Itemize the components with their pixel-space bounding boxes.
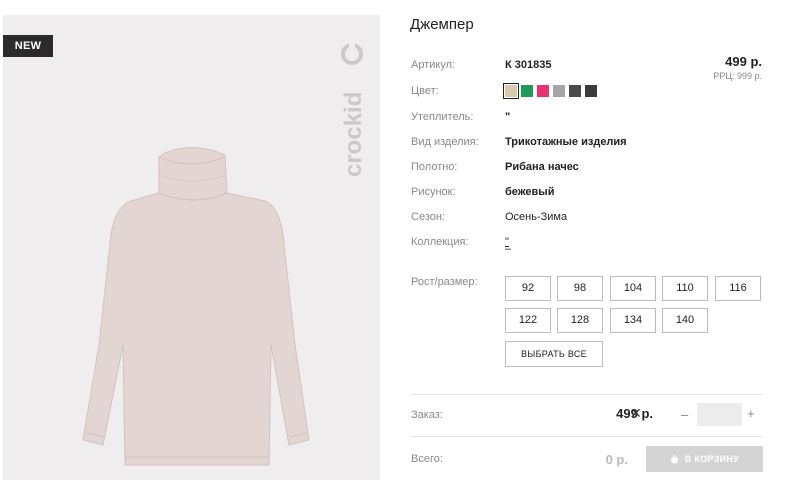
size-option-92[interactable]: 92: [505, 276, 551, 301]
fabric-value: Рибана начес: [505, 161, 579, 173]
size-option-116[interactable]: 116: [715, 276, 761, 301]
article-label: Артикул:: [411, 59, 456, 71]
size-option-140[interactable]: 140: [662, 308, 708, 333]
size-option-134[interactable]: 134: [610, 308, 656, 333]
cart-icon: [670, 455, 678, 464]
quantity-increase-button[interactable]: +: [747, 406, 755, 421]
color-swatch[interactable]: [503, 83, 519, 99]
color-swatch[interactable]: [569, 85, 581, 97]
color-swatch[interactable]: [521, 85, 533, 97]
quantity-input[interactable]: [697, 403, 742, 426]
add-to-cart-button[interactable]: В КОРЗИНУ: [646, 446, 763, 472]
size-option-98[interactable]: 98: [557, 276, 603, 301]
close-icon[interactable]: ✕: [630, 405, 642, 422]
product-price: 499 р.: [725, 54, 762, 69]
season-label: Сезон:: [411, 211, 445, 223]
summary-total: 0 р.: [605, 452, 628, 467]
recommended-price: РРЦ: 999 р.: [713, 71, 762, 81]
insulation-label: Утеплитель:: [411, 111, 474, 123]
color-swatch[interactable]: [553, 85, 565, 97]
collection-dash: –: [505, 243, 512, 255]
color-label: Цвет:: [411, 85, 439, 97]
fabric-label: Полотно:: [411, 161, 458, 173]
new-badge: NEW: [3, 35, 53, 57]
color-swatches: [503, 83, 597, 99]
quantity-decrease-button[interactable]: –: [681, 407, 688, 422]
pattern-label: Рисунок:: [411, 186, 456, 198]
order-label: Заказ:: [411, 409, 443, 421]
size-label: Рост/размер:: [411, 276, 478, 288]
type-label: Вид изделия:: [411, 136, 479, 148]
product-title: Джемпер: [410, 16, 474, 33]
product-image[interactable]: NEW crockid: [3, 15, 380, 480]
divider: [411, 436, 763, 437]
select-all-sizes-button[interactable]: ВЫБРАТЬ ВСЕ: [505, 341, 603, 367]
insulation-value: ": [505, 111, 511, 123]
pattern-value: бежевый: [505, 186, 555, 198]
season-value: Осень-Зима: [505, 211, 568, 223]
color-swatch[interactable]: [537, 85, 549, 97]
type-value: Трикотажные изделия: [505, 136, 627, 148]
add-to-cart-label: В КОРЗИНУ: [684, 454, 740, 464]
divider: [411, 394, 763, 395]
collection-label: Коллекция:: [411, 236, 469, 248]
garment-illustration: [82, 147, 310, 466]
color-swatch[interactable]: [585, 85, 597, 97]
size-option-110[interactable]: 110: [662, 276, 708, 301]
article-value: К 301835: [505, 59, 552, 71]
size-option-122[interactable]: 122: [505, 308, 551, 333]
size-option-104[interactable]: 104: [610, 276, 656, 301]
summary-label: Всего:: [411, 453, 443, 465]
size-option-128[interactable]: 128: [557, 308, 603, 333]
